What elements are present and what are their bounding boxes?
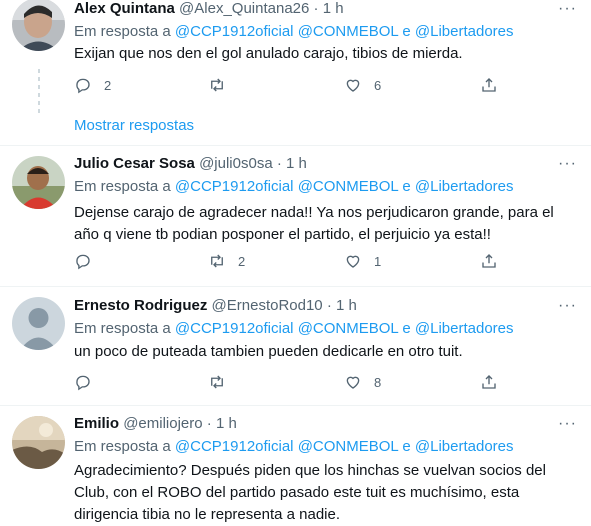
heart-icon xyxy=(346,376,360,389)
mention-link[interactable]: @Libertadores xyxy=(415,23,514,40)
retweet-icon xyxy=(211,254,223,268)
tweet-actions: 2 6 xyxy=(74,76,504,96)
separator-dot: · xyxy=(313,0,319,17)
like-button[interactable]: 1 xyxy=(344,252,381,270)
separator-dot: · xyxy=(206,415,212,432)
like-button[interactable]: 6 xyxy=(344,76,381,94)
mention-link[interactable]: @Libertadores xyxy=(415,438,514,455)
author-handle[interactable]: @emiliojero xyxy=(123,415,202,432)
more-options-icon[interactable]: ··· xyxy=(558,0,577,18)
reply-count: 2 xyxy=(104,77,112,93)
mention-link[interactable]: @CONMEBOL xyxy=(298,438,399,455)
author-handle[interactable]: @Alex_Quintana26 xyxy=(179,0,309,17)
reply-button[interactable]: 2 xyxy=(74,76,111,94)
share-icon xyxy=(482,254,496,268)
tweet-text: Exijan que nos den el gol anulado carajo… xyxy=(74,45,463,62)
timestamp[interactable]: 1 h xyxy=(323,0,344,17)
mention-link[interactable]: @CONMEBOL xyxy=(298,320,399,337)
author-name[interactable]: Julio Cesar Sosa xyxy=(74,155,195,172)
like-count: 8 xyxy=(374,374,382,390)
reply-context: Em resposta a @CCP1912oficial @CONMEBOL … xyxy=(74,438,514,455)
reply-prefix: Em resposta a xyxy=(74,438,171,455)
separator-dot: · xyxy=(326,297,332,314)
share-button[interactable] xyxy=(480,373,498,391)
tweet-text: un poco de puteada tambien pueden dedica… xyxy=(74,343,463,360)
tweet[interactable]: Ernesto Rodriguez @ErnestoRod10 · 1 h ··… xyxy=(0,287,591,405)
separator-dot: · xyxy=(276,155,282,172)
tweet-actions: 8 xyxy=(74,373,504,393)
like-count: 1 xyxy=(374,253,382,269)
reply-prefix: Em resposta a xyxy=(74,178,171,195)
like-button[interactable]: 8 xyxy=(344,373,381,391)
mention-link[interactable]: @Libertadores xyxy=(415,320,514,337)
retweet-button[interactable]: 2 xyxy=(208,252,245,270)
reply-prefix: Em resposta a xyxy=(74,23,171,40)
reply-context: Em resposta a @CCP1912oficial @CONMEBOL … xyxy=(74,178,514,195)
reply-icon xyxy=(76,375,90,391)
reply-conjunction: e xyxy=(402,320,411,337)
reply-context: Em resposta a @CCP1912oficial @CONMEBOL … xyxy=(74,320,514,337)
timestamp[interactable]: 1 h xyxy=(216,415,237,432)
timestamp[interactable]: 1 h xyxy=(286,155,307,172)
mention-link[interactable]: @CCP1912oficial xyxy=(175,178,294,195)
like-count: 6 xyxy=(374,77,382,93)
retweet-count: 2 xyxy=(238,253,246,269)
share-icon xyxy=(482,78,496,92)
author-handle[interactable]: @ErnestoRod10 xyxy=(212,297,323,314)
tweet[interactable]: Julio Cesar Sosa @juli0s0sa · 1 h ··· Em… xyxy=(0,146,591,286)
mention-link[interactable]: @CCP1912oficial xyxy=(175,438,294,455)
tweet[interactable]: Emilio @emiliojero · 1 h ··· Em resposta… xyxy=(0,406,591,523)
retweet-icon xyxy=(211,375,223,389)
avatar[interactable] xyxy=(12,416,65,469)
avatar[interactable] xyxy=(12,0,65,51)
author-handle[interactable]: @juli0s0sa xyxy=(199,155,273,172)
reply-icon xyxy=(76,254,90,270)
mention-link[interactable]: @CCP1912oficial xyxy=(175,320,294,337)
reply-button[interactable] xyxy=(74,373,104,391)
reply-button[interactable] xyxy=(74,252,104,270)
reply-conjunction: e xyxy=(402,23,411,40)
show-replies-link[interactable]: Mostrar respostas xyxy=(74,117,194,134)
tweet-actions: 2 1 xyxy=(74,252,504,272)
avatar[interactable] xyxy=(12,297,65,350)
mention-link[interactable]: @CCP1912oficial xyxy=(175,23,294,40)
author-name[interactable]: Ernesto Rodriguez xyxy=(74,297,207,314)
author-name[interactable]: Emilio xyxy=(74,415,119,432)
avatar[interactable] xyxy=(12,156,65,209)
more-options-icon[interactable]: ··· xyxy=(558,297,577,315)
reply-conjunction: e xyxy=(402,178,411,195)
share-button[interactable] xyxy=(480,252,498,270)
thread-line xyxy=(38,69,40,117)
tweet-header: Emilio @emiliojero · 1 h xyxy=(74,415,237,432)
share-button[interactable] xyxy=(480,76,498,94)
tweet-header: Julio Cesar Sosa @juli0s0sa · 1 h xyxy=(74,155,307,172)
more-options-icon[interactable]: ··· xyxy=(558,415,577,433)
tweet-text: Agradecimiento? Después piden que los hi… xyxy=(74,462,546,523)
reply-context: Em resposta a @CCP1912oficial @CONMEBOL … xyxy=(74,23,514,40)
reply-icon xyxy=(76,78,90,94)
more-options-icon[interactable]: ··· xyxy=(558,155,577,173)
tweet-text: Dejense carajo de agradecer nada!! Ya no… xyxy=(74,204,554,243)
tweet-header: Alex Quintana @Alex_Quintana26 · 1 h xyxy=(74,0,344,17)
tweet-header: Ernesto Rodriguez @ErnestoRod10 · 1 h xyxy=(74,297,357,314)
retweet-button[interactable] xyxy=(208,373,238,391)
tweet[interactable]: Alex Quintana @Alex_Quintana26 · 1 h ···… xyxy=(0,0,591,145)
heart-icon xyxy=(346,79,360,92)
author-name[interactable]: Alex Quintana xyxy=(74,0,175,17)
reply-conjunction: e xyxy=(402,438,411,455)
mention-link[interactable]: @CONMEBOL xyxy=(298,23,399,40)
retweet-button[interactable] xyxy=(208,76,238,94)
share-icon xyxy=(482,375,496,389)
mention-link[interactable]: @CONMEBOL xyxy=(298,178,399,195)
retweet-icon xyxy=(211,78,223,92)
heart-icon xyxy=(346,255,360,268)
mention-link[interactable]: @Libertadores xyxy=(415,178,514,195)
timestamp[interactable]: 1 h xyxy=(336,297,357,314)
reply-prefix: Em resposta a xyxy=(74,320,171,337)
